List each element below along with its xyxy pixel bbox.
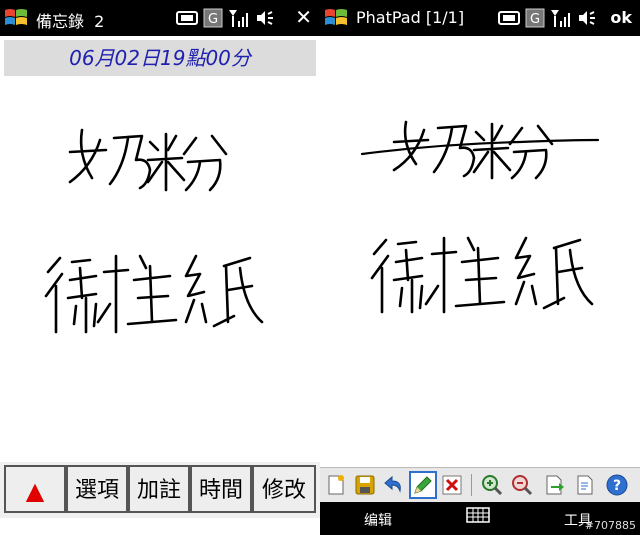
- phatpad-app-screen: PhatPad [1/1] G ok ? 编辑 工具: [320, 0, 640, 535]
- title-bar: 備忘錄 2 G ✕: [0, 0, 320, 36]
- volume-icon[interactable]: [577, 8, 597, 28]
- svg-text:G: G: [530, 12, 540, 27]
- pen-icon[interactable]: [409, 471, 437, 499]
- save-icon[interactable]: [353, 473, 377, 497]
- keyboard-icon[interactable]: [498, 9, 520, 27]
- undo-icon[interactable]: [382, 473, 406, 497]
- toolbar-divider: [471, 474, 472, 496]
- options-button[interactable]: 選項: [66, 465, 128, 513]
- close-button[interactable]: ✕: [295, 5, 312, 29]
- zoom-in-icon[interactable]: [480, 473, 504, 497]
- ok-button[interactable]: ok: [610, 8, 632, 27]
- keyboard-icon[interactable]: [176, 9, 198, 27]
- window-title: PhatPad [1/1]: [356, 8, 465, 27]
- page-icon[interactable]: [573, 473, 597, 497]
- handwritten-ink-canvas[interactable]: [0, 100, 320, 460]
- time-button[interactable]: 時間: [190, 465, 252, 513]
- annotate-button[interactable]: 加註: [128, 465, 190, 513]
- svg-text:?: ?: [613, 478, 621, 494]
- g-icon[interactable]: G: [525, 8, 545, 28]
- memo-date-label: 06月02日19點00分: [4, 40, 316, 76]
- windows-start-icon[interactable]: [3, 5, 29, 31]
- svg-text:G: G: [208, 12, 218, 27]
- new-note-icon[interactable]: [324, 473, 348, 497]
- status-icons: G: [176, 6, 280, 30]
- zoom-out-icon[interactable]: [510, 473, 534, 497]
- phatpad-toolbar: ?: [320, 467, 640, 502]
- g-icon[interactable]: G: [203, 8, 223, 28]
- signal-icon[interactable]: [228, 8, 250, 28]
- windows-start-icon[interactable]: [323, 5, 349, 31]
- memo-bottom-bar: ▲ 選項 加註 時間 修改: [0, 462, 320, 518]
- keyboard-toggle-icon[interactable]: [466, 507, 490, 523]
- export-icon[interactable]: [542, 473, 566, 497]
- volume-icon[interactable]: [255, 8, 275, 28]
- softkey-edit[interactable]: 编辑: [364, 510, 392, 530]
- title-bar: PhatPad [1/1] G ok: [320, 0, 640, 36]
- edit-button[interactable]: 修改: [252, 465, 316, 513]
- scroll-up-button[interactable]: ▲: [4, 465, 66, 513]
- help-icon[interactable]: ?: [605, 473, 629, 497]
- memo-app-screen: 備忘錄 2 G ✕ 06月02日19點00分 ▲ 選項 加註 時間 修改: [0, 0, 320, 535]
- window-title: 備忘錄 2: [36, 12, 105, 31]
- status-icons: G: [498, 6, 602, 30]
- handwritten-ink-canvas[interactable]: [320, 100, 640, 460]
- signal-icon[interactable]: [550, 8, 572, 28]
- watermark-text: #707885: [584, 519, 636, 532]
- eraser-icon[interactable]: [440, 473, 464, 497]
